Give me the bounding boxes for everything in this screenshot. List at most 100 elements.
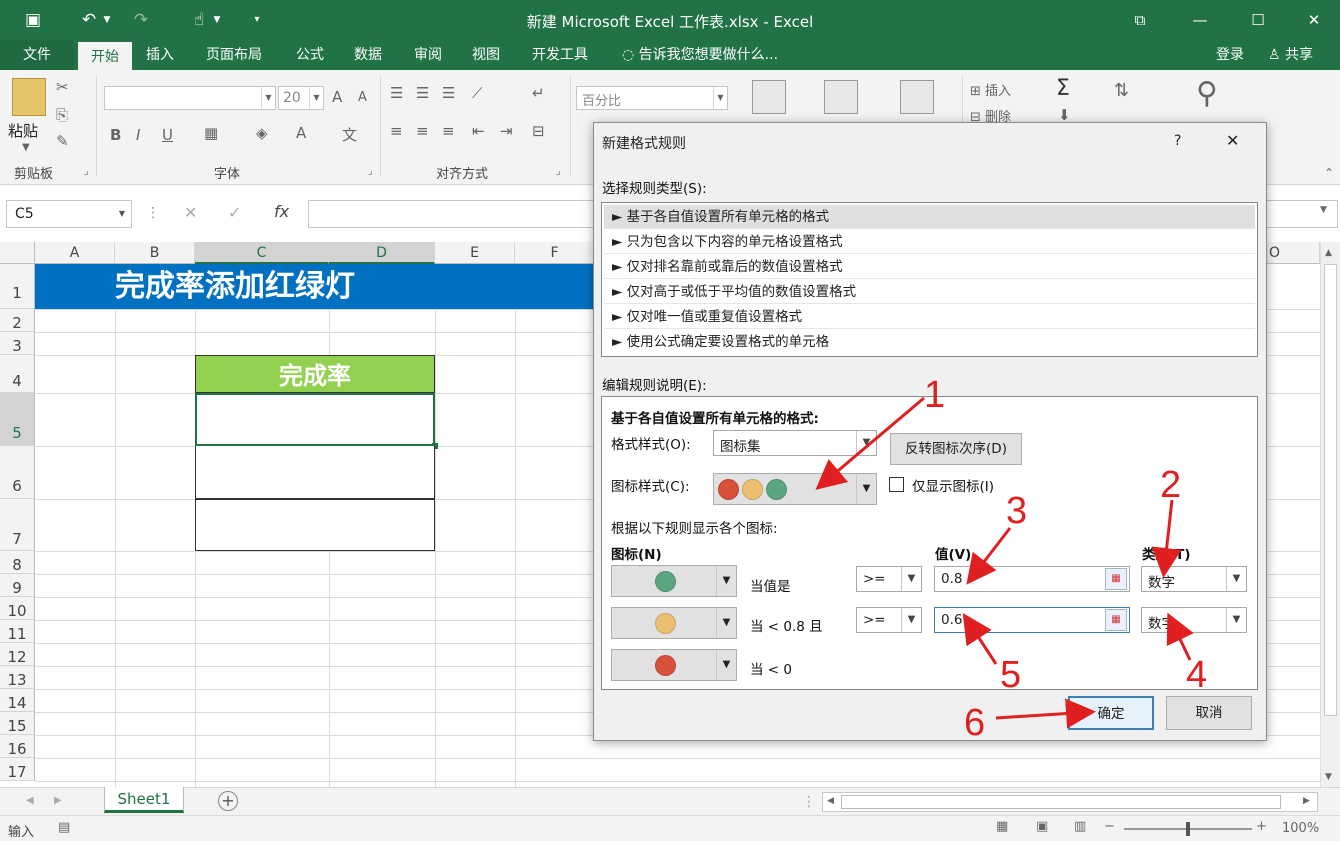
- row-header-15[interactable]: 15: [0, 712, 35, 735]
- icon-select-2[interactable]: ▼: [611, 607, 737, 639]
- tab-developer[interactable]: 开发工具: [526, 40, 594, 70]
- horizontal-scrollbar[interactable]: ◀ ▶: [822, 792, 1318, 812]
- macro-record-icon[interactable]: ▤: [58, 820, 70, 835]
- phonetic-icon[interactable]: 文: [342, 124, 357, 145]
- value-input-2[interactable]: 0.6 ▦: [934, 607, 1130, 633]
- select-all-corner[interactable]: [0, 242, 35, 264]
- type-select-1[interactable]: 数字 ▼: [1141, 566, 1247, 592]
- tab-insert[interactable]: 插入: [140, 40, 180, 70]
- prev-sheet-icon[interactable]: ◀: [26, 795, 34, 806]
- confirm-entry-icon[interactable]: ✓: [228, 203, 241, 222]
- dialog-help-button[interactable]: ?: [1174, 133, 1181, 149]
- column-header-b[interactable]: B: [115, 242, 195, 264]
- tab-split-icon[interactable]: ⋮: [802, 794, 816, 810]
- completion-rate-header[interactable]: 完成率: [195, 355, 435, 393]
- row-header-3[interactable]: 3: [0, 332, 35, 355]
- tell-me-search[interactable]: ◌ 告诉我您想要做什么...: [616, 40, 784, 70]
- wrap-text-icon[interactable]: ↵: [532, 84, 545, 102]
- underline-button[interactable]: U: [162, 126, 173, 144]
- cut-icon[interactable]: ✂: [56, 78, 69, 96]
- find-select-icon[interactable]: ⚲: [1196, 76, 1218, 111]
- add-sheet-icon[interactable]: +: [218, 791, 238, 811]
- row-header-10[interactable]: 10: [0, 597, 35, 620]
- row-header-4[interactable]: 4: [0, 355, 35, 393]
- tab-file[interactable]: 文件: [0, 40, 74, 70]
- login-link[interactable]: 登录: [1210, 40, 1250, 70]
- align-center-icon[interactable]: ≡: [416, 122, 429, 140]
- format-style-select[interactable]: 图标集 ▼: [713, 430, 877, 456]
- range-select-icon[interactable]: ▦: [1105, 568, 1127, 590]
- cell-c5[interactable]: [195, 393, 435, 446]
- minimize-icon[interactable]: —: [1180, 6, 1220, 34]
- sort-filter-icon[interactable]: ⇅: [1114, 80, 1129, 101]
- row-header-2[interactable]: 2: [0, 309, 35, 332]
- row-header-17[interactable]: 17: [0, 758, 35, 781]
- tab-formulas[interactable]: 公式: [290, 40, 330, 70]
- paste-dropdown-icon[interactable]: ▼: [22, 142, 30, 153]
- column-header-f[interactable]: F: [515, 242, 595, 264]
- tab-home[interactable]: 开始: [78, 42, 132, 70]
- row-header-5[interactable]: 5: [0, 393, 35, 446]
- rule-type-item[interactable]: ► 基于各自值设置所有单元格的格式: [604, 205, 1255, 229]
- row-header-11[interactable]: 11: [0, 620, 35, 643]
- insert-cells-button[interactable]: ⊞ 插入: [970, 80, 1011, 99]
- rule-type-item[interactable]: ► 仅对排名靠前或靠后的数值设置格式: [604, 255, 1255, 279]
- scroll-right-icon[interactable]: ▶: [1303, 796, 1310, 806]
- orientation-icon[interactable]: ⟋: [472, 84, 483, 102]
- column-header-c[interactable]: C: [195, 242, 329, 264]
- cell-c6[interactable]: [195, 446, 435, 499]
- insert-function-button[interactable]: fx: [274, 202, 289, 221]
- cell-c7[interactable]: [195, 499, 435, 551]
- row-header-14[interactable]: 14: [0, 689, 35, 712]
- range-select-icon[interactable]: ▦: [1105, 609, 1127, 631]
- tab-data[interactable]: 数据: [348, 40, 388, 70]
- rule-type-item[interactable]: ► 仅对唯一值或重复值设置格式: [604, 305, 1255, 329]
- normal-view-icon[interactable]: ▦: [996, 819, 1008, 834]
- ok-button[interactable]: 确定: [1068, 696, 1154, 730]
- merge-center-icon[interactable]: ⊟: [532, 122, 545, 140]
- scroll-up-icon[interactable]: ▲: [1325, 248, 1332, 258]
- font-name-combo[interactable]: ▼: [104, 86, 276, 110]
- next-sheet-icon[interactable]: ▶: [54, 795, 62, 806]
- shrink-font-button[interactable]: A: [358, 90, 367, 105]
- rule-type-item[interactable]: ► 只为包含以下内容的单元格设置格式: [604, 230, 1255, 254]
- row-header-7[interactable]: 7: [0, 499, 35, 551]
- font-size-combo[interactable]: 20 ▼: [278, 86, 324, 110]
- share-button[interactable]: ♙ 共享: [1262, 40, 1319, 70]
- row-header-16[interactable]: 16: [0, 735, 35, 758]
- autosum-icon[interactable]: Σ: [1056, 76, 1070, 101]
- paste-button[interactable]: 粘贴: [8, 120, 38, 141]
- decrease-indent-icon[interactable]: ⇤: [472, 122, 485, 140]
- align-top-icon[interactable]: ☰: [390, 84, 403, 102]
- reverse-icon-order-button[interactable]: 反转图标次序(D): [890, 433, 1022, 465]
- show-icon-only-checkbox[interactable]: [889, 477, 904, 492]
- cancel-button[interactable]: 取消: [1166, 696, 1252, 730]
- scroll-down-icon[interactable]: ▼: [1325, 772, 1332, 782]
- clipboard-launcher-icon[interactable]: ⌟: [84, 166, 89, 177]
- column-header-e[interactable]: E: [435, 242, 515, 264]
- icon-style-select[interactable]: ▼: [713, 473, 877, 505]
- column-header-o[interactable]: O: [1267, 242, 1320, 264]
- cell-styles-icon[interactable]: [900, 80, 934, 114]
- zoom-out-icon[interactable]: −: [1104, 819, 1115, 834]
- operator-select-2[interactable]: >= ▼: [856, 607, 922, 633]
- format-painter-icon[interactable]: ✎: [56, 132, 69, 150]
- operator-select-1[interactable]: >= ▼: [856, 566, 922, 592]
- tab-page-layout[interactable]: 页面布局: [200, 40, 268, 70]
- collapse-ribbon-icon[interactable]: ⌃: [1324, 166, 1334, 180]
- font-color-button[interactable]: A: [296, 124, 306, 142]
- row-header-9[interactable]: 9: [0, 574, 35, 597]
- align-middle-icon[interactable]: ☰: [416, 84, 429, 102]
- column-header-a[interactable]: A: [35, 242, 115, 264]
- vertical-scrollbar[interactable]: ▲ ▼: [1320, 242, 1340, 787]
- close-icon[interactable]: ✕: [1294, 6, 1334, 34]
- zoom-level[interactable]: 100%: [1282, 821, 1319, 836]
- rule-type-item[interactable]: ► 使用公式确定要设置格式的单元格: [604, 330, 1255, 354]
- column-header-d[interactable]: D: [329, 242, 435, 264]
- cancel-entry-icon[interactable]: ✕: [184, 203, 197, 222]
- expand-formula-icon[interactable]: ▼: [1320, 205, 1327, 215]
- vertical-scroll-thumb[interactable]: [1324, 264, 1337, 716]
- row-header-13[interactable]: 13: [0, 666, 35, 689]
- align-bottom-icon[interactable]: ☰: [442, 84, 455, 102]
- row-header-8[interactable]: 8: [0, 551, 35, 574]
